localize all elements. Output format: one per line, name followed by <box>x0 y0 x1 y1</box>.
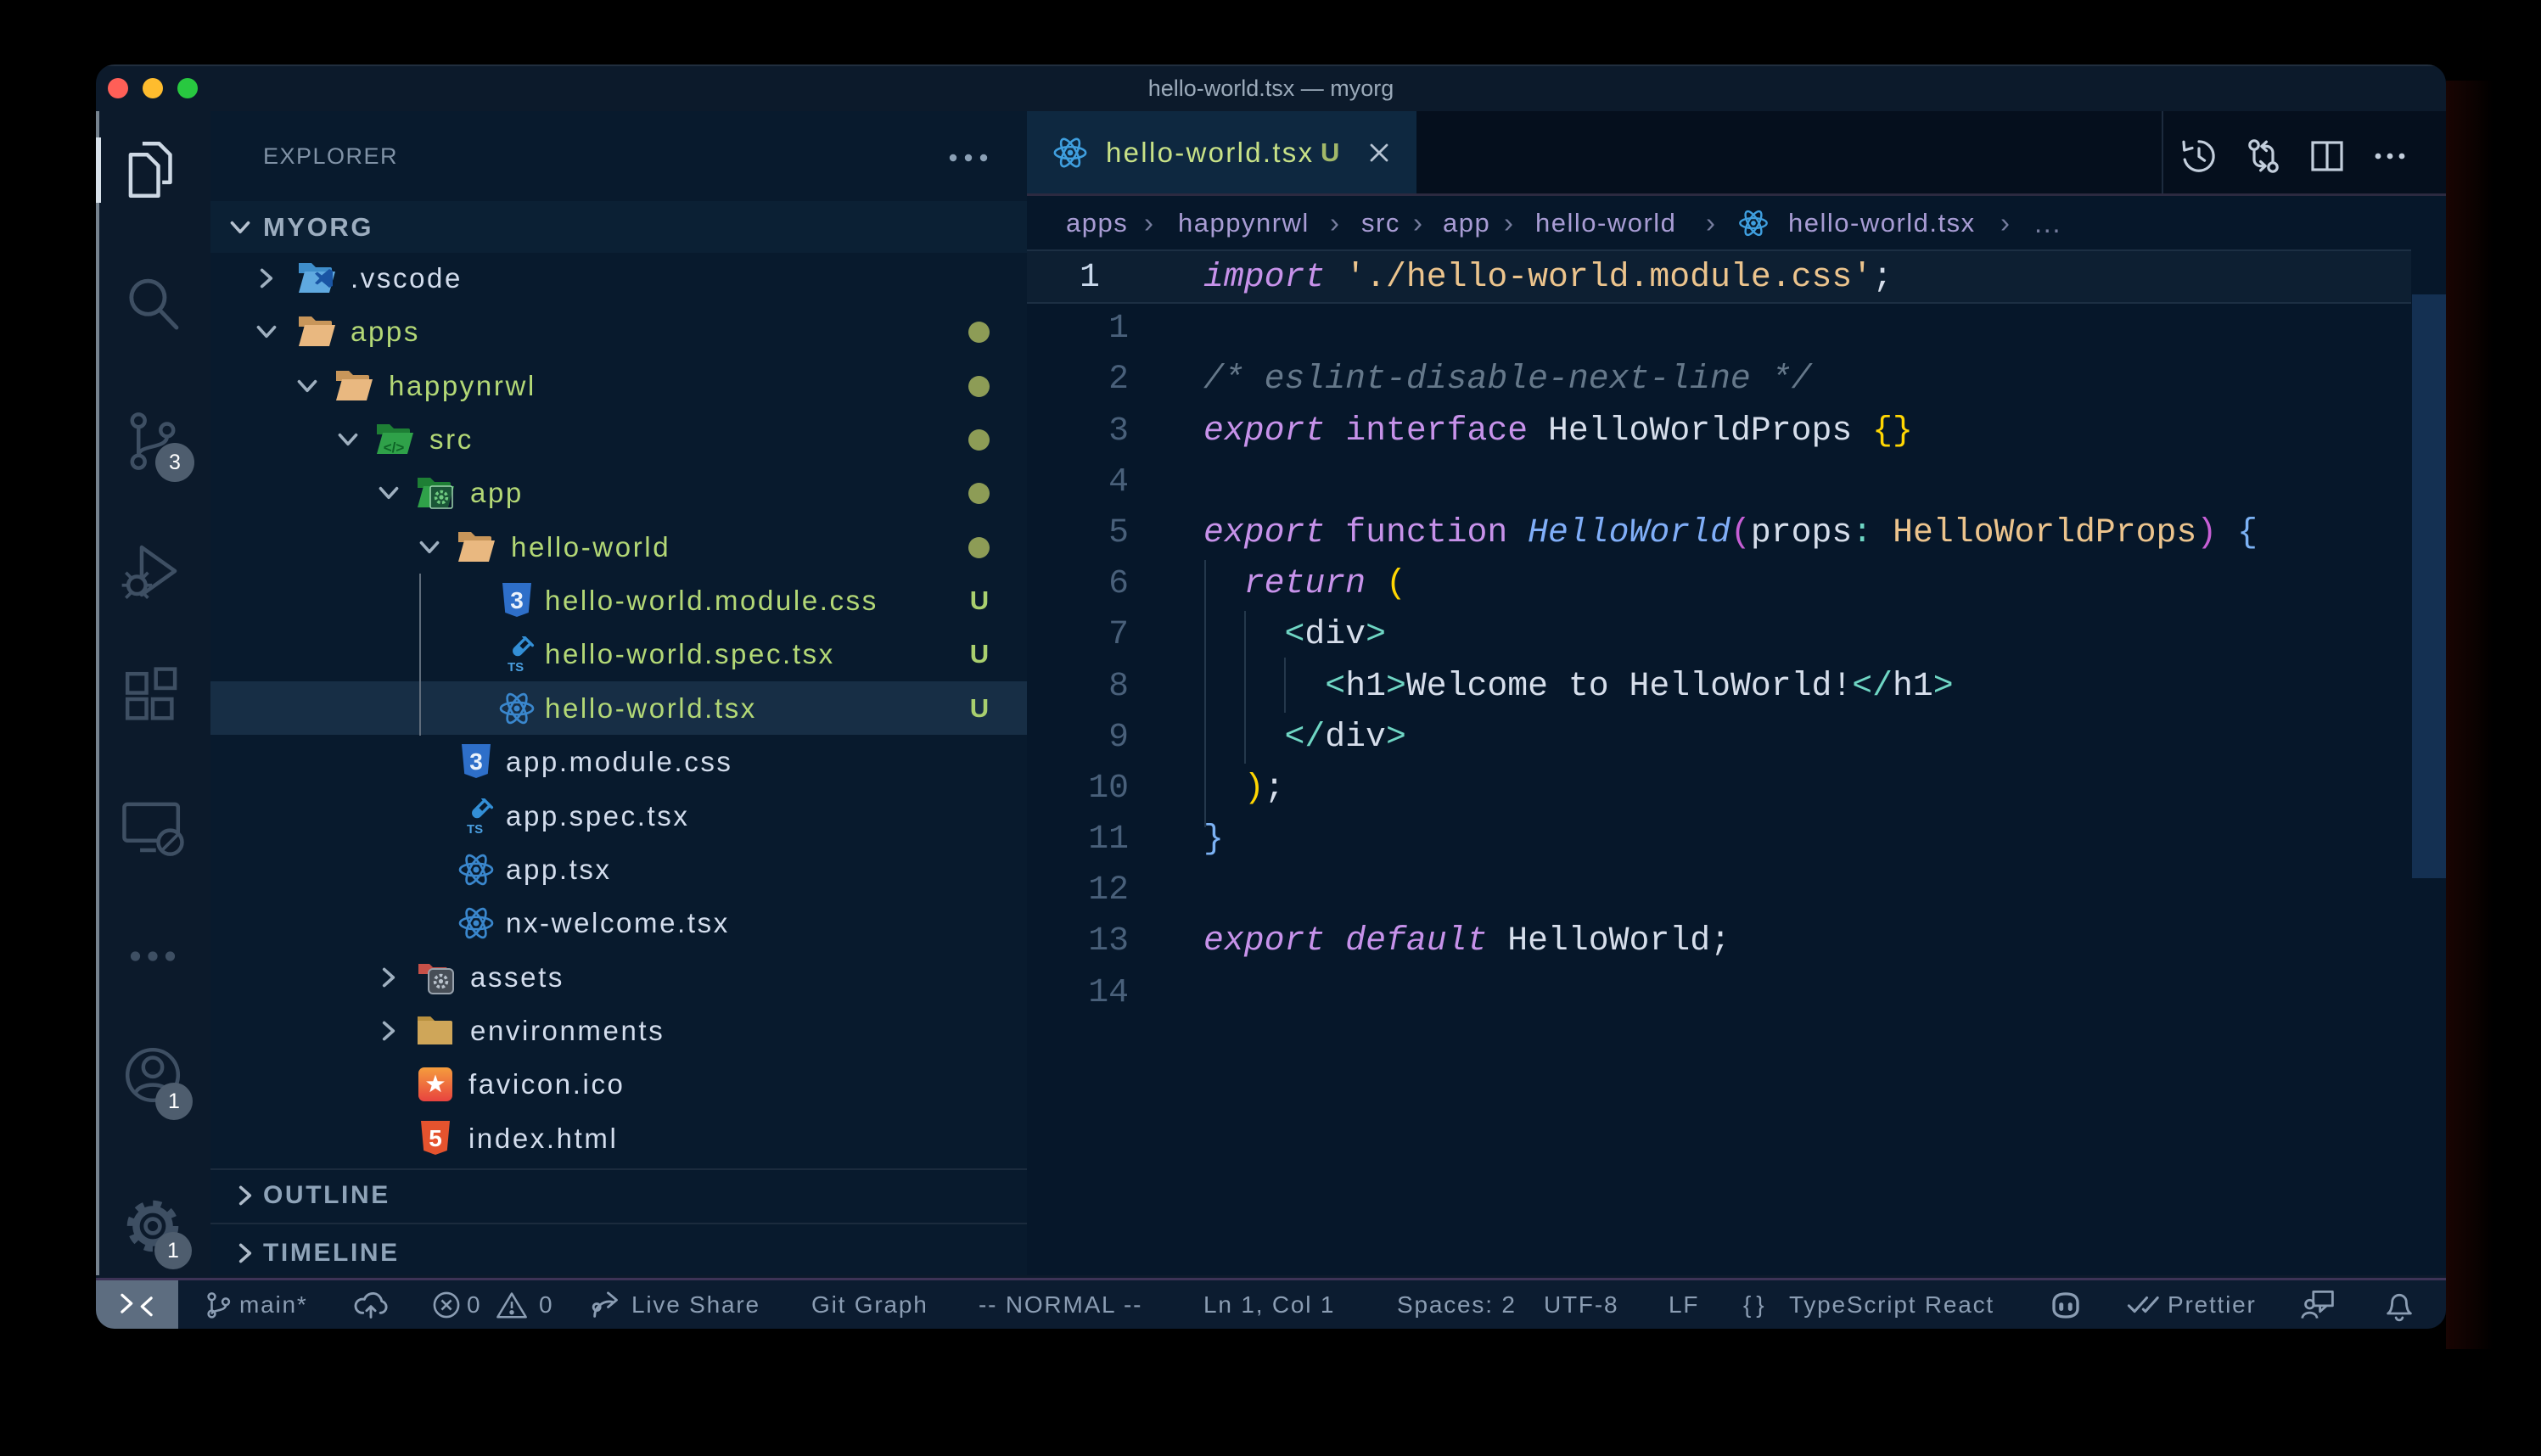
svg-text:5: 5 <box>429 1125 442 1151</box>
svg-text:</>: </> <box>384 440 405 456</box>
svg-text:TS: TS <box>508 660 524 672</box>
svg-text:3: 3 <box>510 587 524 613</box>
svg-text:3: 3 <box>469 748 483 775</box>
svg-text:TS: TS <box>467 822 483 834</box>
